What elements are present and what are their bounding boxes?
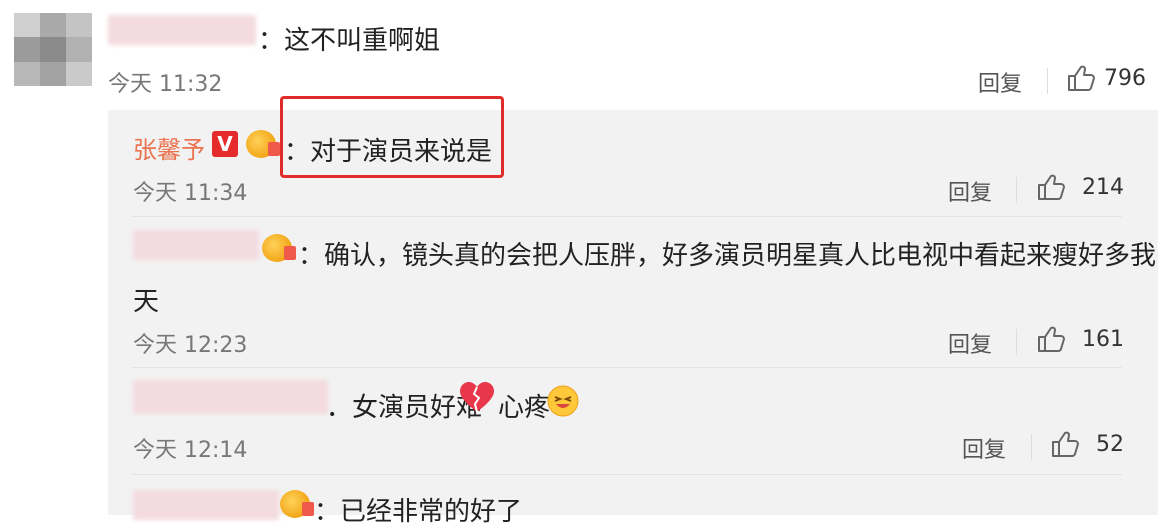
reply-text-continued: 心疼 bbox=[498, 393, 551, 423]
avatar[interactable] bbox=[14, 13, 92, 86]
username-obscured[interactable] bbox=[108, 15, 256, 45]
row-divider bbox=[132, 367, 1122, 368]
vip-badge-icon bbox=[262, 234, 296, 262]
highlight-annotation bbox=[280, 96, 504, 178]
thumbs-up-icon[interactable] bbox=[1066, 63, 1096, 93]
thumbs-up-icon[interactable] bbox=[1036, 172, 1066, 202]
like-count: 796 bbox=[1104, 66, 1146, 91]
like-count: 214 bbox=[1082, 175, 1124, 200]
divider bbox=[1047, 68, 1048, 94]
reply-button[interactable]: 回复 bbox=[948, 175, 992, 207]
divider bbox=[1016, 177, 1017, 203]
vip-badge-icon bbox=[280, 490, 314, 518]
vip-badge-icon bbox=[246, 130, 280, 158]
reply-text-continued: 天 bbox=[133, 287, 160, 317]
username-obscured[interactable] bbox=[133, 230, 259, 260]
like-count: 161 bbox=[1082, 327, 1124, 352]
row-divider bbox=[132, 474, 1122, 475]
reply-text: ．女演员好难 bbox=[326, 393, 483, 423]
comment-timestamp: 今天 11:32 bbox=[108, 72, 223, 97]
reply-timestamp: 今天 12:14 bbox=[133, 438, 248, 463]
reply-button[interactable]: 回复 bbox=[962, 432, 1006, 464]
divider bbox=[1031, 434, 1032, 460]
reply-timestamp: 今天 11:34 bbox=[133, 181, 248, 206]
reply-button[interactable]: 回复 bbox=[978, 66, 1022, 98]
username-obscured[interactable] bbox=[133, 380, 328, 414]
reply-button[interactable]: 回复 bbox=[948, 327, 992, 359]
thumbs-up-icon[interactable] bbox=[1050, 429, 1080, 459]
reply-timestamp: 今天 12:23 bbox=[133, 333, 248, 358]
verified-icon: V bbox=[212, 131, 238, 157]
reply-text: ：已经非常的好了 bbox=[314, 497, 523, 527]
like-count: 52 bbox=[1096, 432, 1124, 457]
laughing-emoji-icon bbox=[547, 385, 579, 417]
thumbs-up-icon[interactable] bbox=[1036, 324, 1066, 354]
row-divider bbox=[132, 216, 1122, 217]
divider bbox=[1016, 329, 1017, 355]
username-obscured[interactable] bbox=[133, 490, 279, 520]
broken-heart-icon bbox=[460, 382, 494, 414]
comment-text: ：这不叫重啊姐 bbox=[258, 26, 441, 56]
reply-text: ：确认，镜头真的会把人压胖，好多演员明星真人比电视中看起来瘦好多我的 bbox=[298, 241, 1158, 271]
reply-author-name[interactable]: 张馨予 bbox=[133, 130, 205, 165]
